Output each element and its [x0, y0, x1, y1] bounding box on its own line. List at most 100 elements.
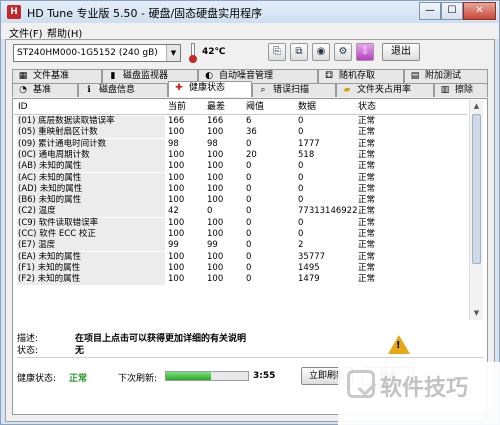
cell-status: 正常 — [358, 161, 376, 172]
tab-disk-info[interactable]: ℹ 磁盘信息 — [78, 83, 168, 97]
disk-monitor-icon: ▮ — [110, 71, 116, 81]
health-status-label: 健康状态: — [17, 374, 57, 384]
cell-worst: 100 — [207, 217, 224, 228]
tab-extra-tests[interactable]: ▤ 附加测试 — [404, 69, 488, 83]
hd-tune-icon: H — [7, 5, 21, 19]
cell-current: 100 — [168, 172, 185, 183]
tab-benchmark[interactable]: ◔ 基准 — [12, 83, 78, 97]
refresh-countdown: 3:55 — [253, 371, 276, 381]
tab-random-access[interactable]: ⚃ 随机存取 — [318, 69, 404, 83]
column-header-threshold[interactable]: 阈值 — [246, 100, 264, 114]
disk-info-icon: ℹ — [87, 85, 91, 95]
column-header-worst[interactable]: 最差 — [207, 100, 225, 114]
tab-health[interactable]: ✚ 健康状态 — [168, 81, 252, 97]
cell-id: (E7) 温度 — [17, 240, 165, 252]
cell-worst: 99 — [207, 240, 218, 251]
tab-label: 附加测试 — [425, 71, 462, 81]
table-row[interactable]: (F2) 未知的属性 100 100 0 1479 正常 — [14, 274, 467, 286]
cell-status: 正常 — [358, 195, 376, 206]
vertical-scrollbar[interactable]: ▲ ▼ — [469, 100, 483, 320]
cell-worst: 100 — [207, 251, 224, 262]
menu-file[interactable]: 文件(F) — [9, 25, 43, 40]
cell-data: 0 — [298, 116, 304, 126]
tab-label: 磁盘监视器 — [123, 71, 169, 81]
cell-id: (AB) 未知的属性 — [17, 161, 165, 173]
table-row[interactable]: (B6) 未知的属性 100 100 0 0 正常 — [14, 195, 467, 207]
cell-current: 42 — [168, 206, 179, 217]
cell-data: 1479 — [298, 274, 320, 285]
cell-status: 正常 — [358, 149, 376, 160]
toolbar: ST240HM000-1G5152 (240 gB) ▼ 42℃ ⎘ ⧉ ◉ ⚙… — [6, 40, 494, 66]
thermometer-icon — [188, 43, 198, 63]
table-row[interactable]: (C9) 软件读取错误率 100 100 0 0 正常 — [14, 217, 467, 229]
scroll-thumb[interactable] — [472, 114, 481, 264]
column-header-status[interactable]: 状态 — [358, 100, 376, 114]
cell-current: 100 — [168, 127, 185, 138]
drive-select[interactable]: ST240HM000-1G5152 (240 gB) ▼ — [13, 44, 181, 62]
cell-id: (AD) 未知的属性 — [17, 183, 165, 195]
menu-help[interactable]: 帮助(H) — [47, 25, 82, 40]
tab-erase[interactable]: ▥ 擦除 — [434, 83, 488, 97]
scroll-up-icon[interactable]: ▲ — [470, 100, 483, 112]
column-header-current[interactable]: 当前 — [168, 100, 186, 114]
cell-status: 正常 — [358, 116, 376, 126]
cell-data: 1495 — [298, 262, 320, 273]
copy-info-icon[interactable]: ⎘ — [268, 43, 286, 61]
cell-status: 正常 — [358, 251, 376, 262]
tools-icon[interactable]: ⚙ — [334, 43, 352, 61]
cell-id: (01) 底层数据读取错误率 — [17, 116, 165, 127]
column-header-data[interactable]: 数据 — [298, 100, 316, 114]
cell-data: 0 — [298, 229, 304, 239]
table-row[interactable]: (05) 重映射扇区计数 100 100 36 0 正常 — [14, 127, 467, 139]
cell-id: (F2) 未知的属性 — [17, 274, 165, 286]
cell-worst: 100 — [207, 161, 224, 172]
table-row[interactable]: (AC) 未知的属性 100 100 0 0 正常 — [14, 172, 467, 184]
minimize-button[interactable]: — — [419, 2, 441, 20]
tab-folder-usage[interactable]: ▰ 文件夹占用率 — [336, 83, 434, 97]
cell-threshold: 0 — [246, 240, 252, 251]
cell-threshold: 0 — [246, 172, 252, 183]
cell-id: (AC) 未知的属性 — [17, 172, 165, 184]
close-button[interactable]: ✕ — [463, 2, 496, 20]
cell-data: 0 — [298, 127, 304, 138]
maximize-button[interactable]: ☐ — [441, 2, 463, 20]
random-access-icon: ⚃ — [325, 71, 333, 81]
table-row[interactable]: (C2) 温度 42 0 0 77313146922 正常 — [14, 206, 467, 218]
folder-usage-icon: ▰ — [343, 85, 351, 95]
cell-data: 518 — [298, 149, 315, 160]
cell-threshold: 0 — [246, 251, 252, 262]
scroll-down-icon[interactable]: ▼ — [470, 307, 483, 319]
table-row[interactable]: (EA) 未知的属性 100 100 0 35777 正常 — [14, 251, 467, 263]
cell-id: (B6) 未知的属性 — [17, 195, 165, 207]
table-row[interactable]: (01) 底层数据读取错误率 166 166 6 0 正常 — [14, 116, 467, 127]
table-row[interactable]: (F1) 未知的属性 100 100 0 1495 正常 — [14, 262, 467, 274]
table-row[interactable]: (0C) 通电周期计数 100 100 20 518 正常 — [14, 149, 467, 161]
cell-data: 77313146922 — [298, 206, 358, 217]
chevron-down-icon[interactable]: ▼ — [166, 45, 180, 61]
cell-status: 正常 — [358, 240, 376, 251]
table-row[interactable]: (09) 累计通电时间计数 98 98 0 1777 正常 — [14, 138, 467, 150]
cell-worst: 100 — [207, 229, 224, 239]
title-bar[interactable]: H HD Tune 专业版 5.50 - 硬盘/固态硬盘实用程序 — ☐ ✕ — [1, 1, 499, 23]
table-row[interactable]: (AD) 未知的属性 100 100 0 0 正常 — [14, 183, 467, 195]
screenshot-icon[interactable]: ◉ — [312, 43, 330, 61]
table-row[interactable]: (AB) 未知的属性 100 100 0 0 正常 — [14, 161, 467, 173]
cell-status: 正常 — [358, 229, 376, 239]
cell-worst: 100 — [207, 183, 224, 194]
table-row[interactable]: (E7) 温度 99 99 0 2 正常 — [14, 240, 467, 252]
column-header-id[interactable]: ID — [18, 100, 28, 114]
download-icon[interactable]: ⇩ — [356, 43, 374, 61]
tab-file-benchmark[interactable]: ▦ 文件基准 — [12, 69, 102, 83]
tab-label: 文件夹占用率 — [357, 85, 412, 95]
tab-error-scan[interactable]: ⌕ 错误扫描 — [252, 83, 336, 97]
exit-button[interactable]: 退出 — [382, 43, 420, 61]
cell-threshold: 0 — [246, 183, 252, 194]
table-row[interactable]: (CC) 软件 ECC 校正 100 100 0 0 正常 — [14, 229, 467, 240]
benchmark-icon: ◔ — [19, 85, 27, 95]
copy-screen-icon[interactable]: ⧉ — [290, 43, 308, 61]
cell-status: 正常 — [358, 217, 376, 228]
cell-data: 0 — [298, 172, 304, 183]
cell-current: 100 — [168, 251, 185, 262]
cell-id: (EA) 未知的属性 — [17, 251, 165, 263]
refresh-progress-fill — [166, 372, 212, 380]
